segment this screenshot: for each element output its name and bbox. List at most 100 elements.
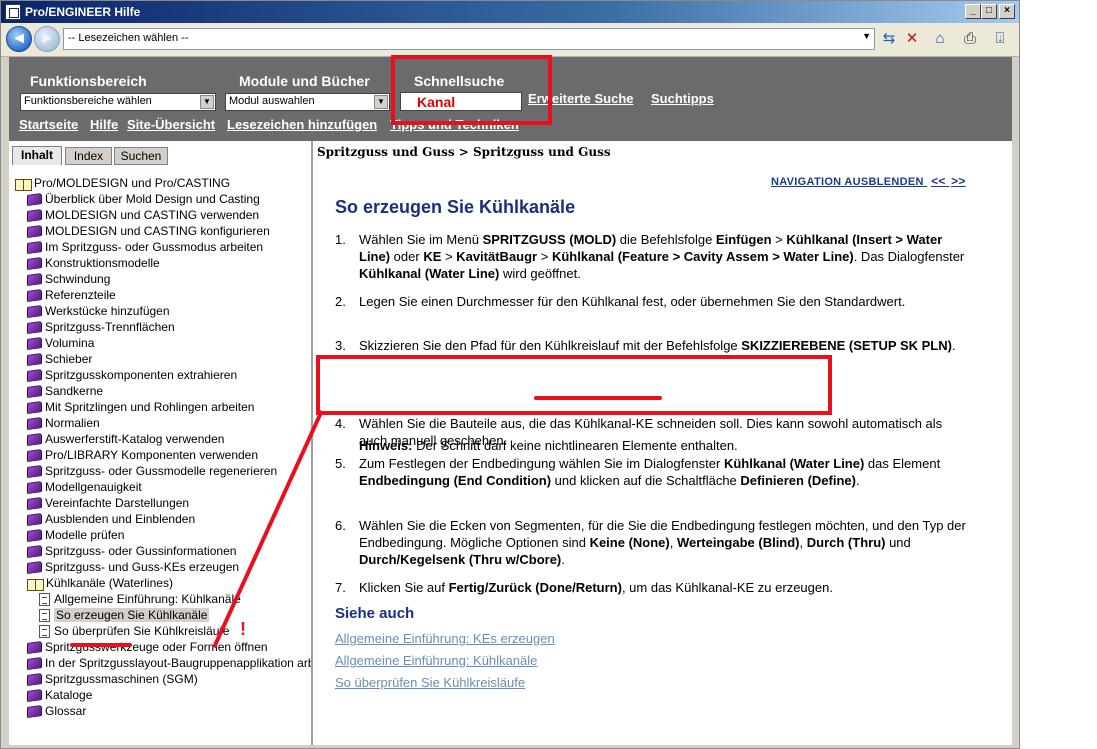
tree-item-label: Kataloge: [45, 688, 93, 702]
link-add-bookmark[interactable]: Lesezeichen hinzufügen: [227, 117, 377, 132]
tree-item[interactable]: Spritzgussmaschinen (SGM): [27, 671, 198, 687]
tree-item-label: Schwindung: [45, 272, 111, 286]
book-icon: [27, 481, 42, 495]
tree-item[interactable]: Volumina: [27, 335, 94, 351]
step-number: 3.: [335, 338, 346, 353]
minimize-button[interactable]: _: [965, 4, 981, 19]
prev-link[interactable]: <<: [931, 174, 946, 188]
book-icon: [27, 225, 42, 239]
tree-item-label: Sandkerne: [45, 384, 104, 398]
navigation-toolbar: ◄ ► -- Lesezeichen wählen -- ▼ ⇆ ✕ ⌂ ⎙ ⍗: [1, 23, 1019, 57]
step-text: Wählen Sie die Ecken von Segmenten, für …: [359, 518, 966, 567]
tree-item[interactable]: Allgemeine Einführung: Kühlkanäle: [39, 591, 241, 607]
tree-item-label: Werkstücke hinzufügen: [45, 304, 170, 318]
back-button[interactable]: ◄: [6, 26, 32, 52]
book-icon: [27, 417, 42, 431]
see-also-link[interactable]: Allgemeine Einführung: Kühlkanäle: [335, 653, 537, 668]
tree-item-label: Auswerferstift-Katalog verwenden: [45, 432, 225, 446]
tree-item-label: Vereinfachte Darstellungen: [45, 496, 190, 510]
tree-item[interactable]: Kühlkanäle (Waterlines): [27, 575, 173, 591]
functions-select[interactable]: Funktionsbereiche wählen ▼: [20, 93, 216, 111]
tree-item[interactable]: Spritzgusskomponenten extrahieren: [27, 367, 237, 383]
step-number: 5.: [335, 456, 346, 471]
tree-item-label: Schieber: [45, 352, 93, 366]
tree-item-label: Überblick über Mold Design und Casting: [45, 192, 260, 206]
tree-item[interactable]: Ausblenden und Einblenden: [27, 511, 195, 527]
tree-item[interactable]: Mit Spritzlingen und Rohlingen arbeiten: [27, 399, 254, 415]
tree-item-label: MOLDESIGN und CASTING verwenden: [45, 208, 260, 222]
see-also-link[interactable]: Allgemeine Einführung: KEs erzeugen: [335, 631, 555, 646]
tree-item-label: So überprüfen Sie Kühlkreisläufe: [54, 624, 230, 638]
tree-item[interactable]: Im Spritzguss- oder Gussmodus arbeiten: [27, 239, 263, 255]
home-icon[interactable]: ⌂: [929, 28, 951, 50]
see-also-link[interactable]: So überprüfen Sie Kühlkreisläufe: [335, 675, 525, 690]
tree-item[interactable]: Spritzgusswerkzeuge oder Formen öffnen: [27, 639, 268, 655]
stop-icon[interactable]: ✕: [901, 28, 923, 50]
exit-icon[interactable]: ⍗: [989, 28, 1011, 50]
link-startseite[interactable]: Startseite: [19, 117, 78, 132]
tree-item[interactable]: Spritzguss- oder Gussmodelle regeneriere…: [27, 463, 277, 479]
tree-item[interactable]: Spritzguss-Trennflächen: [27, 319, 175, 335]
book-icon: [27, 401, 42, 415]
book-icon: [27, 385, 42, 399]
book-icon: [27, 321, 42, 335]
step-number: 7.: [335, 580, 346, 595]
search-tips-link[interactable]: Suchtipps: [651, 91, 714, 106]
bookmark-select[interactable]: -- Lesezeichen wählen -- ▼: [63, 28, 875, 50]
tree-item-label: Spritzgussmaschinen (SGM): [45, 672, 198, 686]
tree-item[interactable]: Referenzteile: [27, 287, 116, 303]
tab-suchen[interactable]: Suchen: [114, 147, 168, 165]
title-bar: Pro/ENGINEER Hilfe _ □ ×: [1, 1, 1019, 23]
tree-item[interactable]: Pro/LIBRARY Komponenten verwenden: [27, 447, 258, 463]
book-icon: [27, 193, 42, 207]
tree-item[interactable]: Überblick über Mold Design und Casting: [27, 191, 260, 207]
next-link[interactable]: >>: [951, 174, 966, 188]
tab-inhalt[interactable]: Inhalt: [12, 146, 62, 165]
tree-item[interactable]: In der Spritzgusslayout-Baugruppenapplik…: [27, 655, 311, 671]
tree-item[interactable]: Normalien: [27, 415, 100, 431]
refresh-icon[interactable]: ⇆: [878, 28, 900, 50]
tree-item-label: Spritzguss- und Guss-KEs erzeugen: [45, 560, 240, 574]
step-number: 6.: [335, 518, 346, 533]
tab-index[interactable]: Index: [65, 147, 112, 165]
tree-item[interactable]: Werkstücke hinzufügen: [27, 303, 170, 319]
tree-item[interactable]: MOLDESIGN und CASTING konfigurieren: [27, 223, 270, 239]
tree-item[interactable]: Sandkerne: [27, 383, 103, 399]
annotation-underline-tree: [70, 643, 132, 647]
tree-item[interactable]: Auswerferstift-Katalog verwenden: [27, 431, 224, 447]
tree-item[interactable]: Glossar: [27, 703, 86, 719]
close-button[interactable]: ×: [999, 4, 1015, 19]
tree-item[interactable]: Modellgenauigkeit: [27, 479, 142, 495]
print-icon[interactable]: ⎙: [959, 28, 981, 50]
tree-item[interactable]: Spritzguss- und Guss-KEs erzeugen: [27, 559, 239, 575]
tree-item[interactable]: Vereinfachte Darstellungen: [27, 495, 189, 511]
step-text: Wählen Sie im Menü SPRITZGUSS (MOLD) die…: [359, 232, 965, 281]
link-hilfe[interactable]: Hilfe: [90, 117, 118, 132]
tree-item[interactable]: So erzeugen Sie Kühlkanäle: [39, 607, 210, 623]
modules-select[interactable]: Modul auswahlen ▼: [225, 93, 390, 111]
tree-item[interactable]: Schieber: [27, 351, 92, 367]
tree-item[interactable]: Spritzguss- oder Gussinformationen: [27, 543, 236, 559]
maximize-button[interactable]: □: [981, 4, 997, 19]
book-icon: [27, 289, 42, 303]
tree-item[interactable]: Konstruktionsmodelle: [27, 255, 160, 271]
modules-select-value: Modul auswahlen: [229, 95, 315, 107]
tree-item[interactable]: Pro/MOLDESIGN und Pro/CASTING: [15, 175, 230, 191]
tree-item[interactable]: Schwindung: [27, 271, 110, 287]
book-icon: [27, 273, 42, 287]
tree-item-label: Spritzguss- oder Gussmodelle regeneriere…: [45, 464, 278, 478]
hide-navigation-label[interactable]: NAVIGATION AUSBLENDEN: [771, 176, 924, 188]
link-site-overview[interactable]: Site-Übersicht: [127, 117, 215, 132]
tree-item[interactable]: So überprüfen Sie Kühlkreisläufe: [39, 623, 229, 639]
book-icon: [27, 369, 42, 383]
forward-button[interactable]: ►: [34, 26, 60, 52]
tree-item-label: Spritzguss-Trennflächen: [45, 320, 175, 334]
modules-label: Module und Bücher: [239, 73, 370, 89]
tree-item[interactable]: MOLDESIGN und CASTING verwenden: [27, 207, 259, 223]
tree-item[interactable]: Kataloge: [27, 687, 92, 703]
page-icon: [39, 593, 50, 607]
tree-item[interactable]: Modelle prüfen: [27, 527, 124, 543]
tree-item-label: Pro/MOLDESIGN und Pro/CASTING: [34, 176, 231, 190]
chevron-down-icon: ▼: [862, 31, 871, 41]
window-title: Pro/ENGINEER Hilfe: [25, 5, 141, 19]
